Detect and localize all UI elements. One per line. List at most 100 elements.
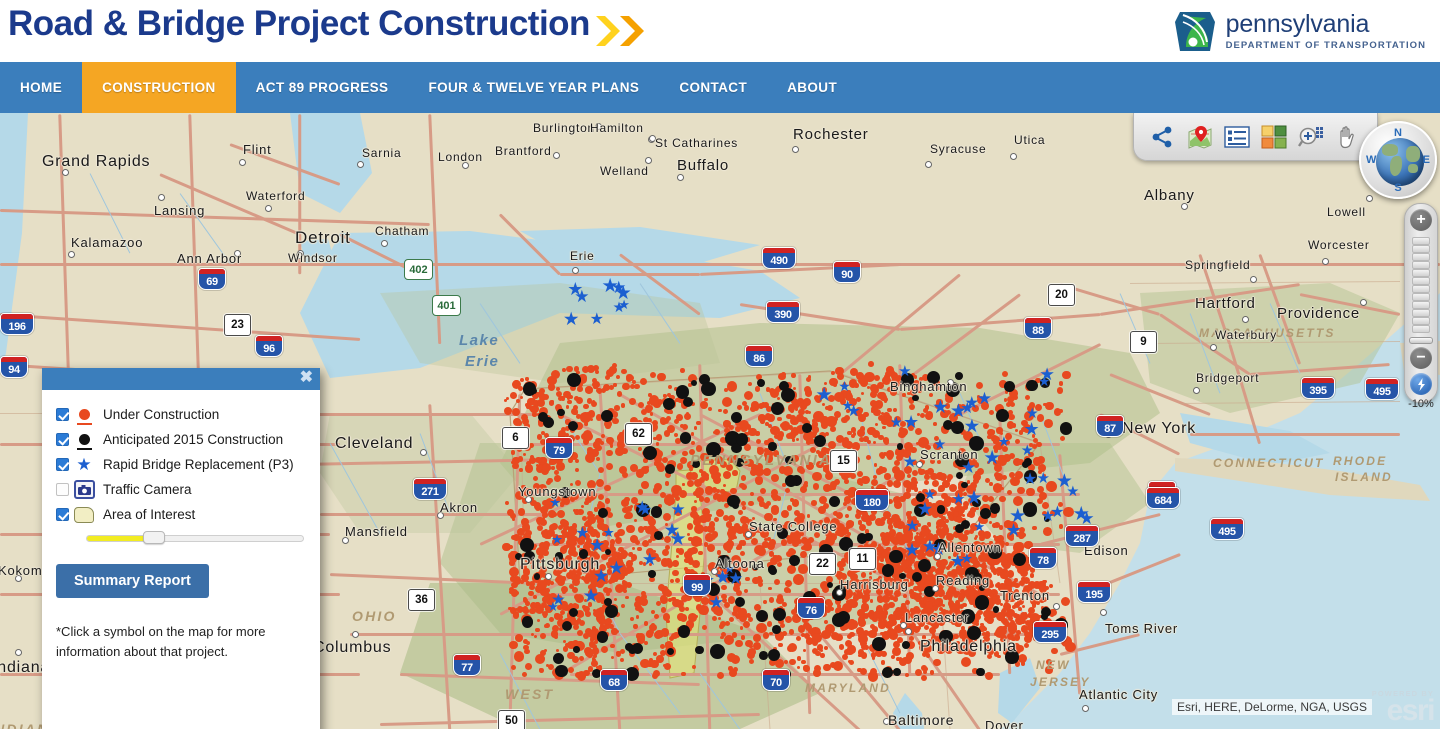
legend-list-icon[interactable] [1223,123,1251,151]
zoom-select-icon[interactable] [1297,123,1325,151]
map-view[interactable]: ★ ★ ★ ★ ★ ★ ★ ★ ★ ★ ★ ★ ★ ★ ★ ★ ★ ★ ★ ★ ★ ★ ★ ★ ★ ★ ★ ★ ★ ★ ★ ★ ★ ★ ★ ★ ★ ★ ★ ★… [0,113,1440,729]
zoom-slider-track[interactable] [1412,235,1430,335]
globe-icon[interactable] [1410,373,1432,395]
share-icon[interactable] [1149,123,1177,151]
city-label: Atlantic City [1079,687,1159,702]
basemap-grid-icon[interactable] [1260,123,1288,151]
nav-item-construction[interactable]: CONSTRUCTION [82,62,236,113]
construction-marker-under-construction [887,524,893,530]
construction-marker-under-construction [785,579,793,587]
legend-row-under-construction: Under Construction [56,402,306,427]
nav-item-about[interactable]: ABOUT [767,62,857,113]
construction-marker-under-construction [650,623,655,628]
construction-marker-under-construction [592,643,598,649]
map-pin-icon[interactable] [1186,123,1214,151]
construction-marker-under-construction [889,595,894,600]
construction-marker-under-construction [591,399,595,404]
city-dot [572,267,579,274]
construction-marker-under-construction [886,479,894,487]
construction-marker-under-construction [878,451,885,458]
construction-marker-rapid-bridge-replacement: ★ [1022,470,1038,489]
city-label: New York [1122,420,1196,437]
highway-shield-interstate: 196 [0,313,34,335]
city-label: Springfield [1185,258,1251,272]
city-dot [1193,387,1200,394]
highway-shield-us: 9 [1130,331,1158,353]
construction-marker-anticipated-2015 [604,549,611,556]
nav-item-four-twelve-year-plans[interactable]: FOUR & TWELVE YEAR PLANS [408,62,659,113]
pan-hand-icon[interactable] [1334,123,1362,151]
city-dot [553,152,560,159]
city-label: Columbus [313,639,392,656]
construction-marker-under-construction [566,396,570,401]
construction-marker-anticipated-2015 [666,647,675,656]
construction-marker-under-construction [610,643,616,649]
highway-shield-us: 23 [224,314,252,336]
city-dot [352,631,359,638]
site-header: Road & Bridge Project Construction penns… [0,0,1440,62]
legend-checkbox-rapid-bridge-replacement-p3[interactable] [56,458,69,471]
construction-marker-under-construction [974,534,979,539]
construction-marker-rapid-bridge-replacement: ★ [904,516,920,535]
construction-marker-under-construction [675,554,679,559]
area-of-interest-slider[interactable] [86,530,304,544]
city-label: Flint [243,142,272,157]
highway-shield-interstate: 88 [1024,317,1052,339]
construction-marker-under-construction [578,655,585,661]
legend-checkbox-under-construction[interactable] [56,408,69,421]
slider-knob[interactable] [143,531,165,544]
construction-marker-under-construction [812,483,820,490]
city-label: Binghamton [890,379,968,394]
close-icon[interactable]: ✖ [300,369,313,387]
construction-marker-under-construction [958,534,964,540]
legend-label-anticipated-2015-construction: Anticipated 2015 Construction [103,432,284,447]
city-label: Trenton [1000,588,1050,603]
construction-marker-under-construction [991,560,996,566]
compass-control[interactable]: N S W E [1359,121,1437,199]
summary-report-button[interactable]: Summary Report [56,564,209,598]
construction-marker-under-construction [968,588,975,596]
construction-marker-under-construction [629,535,638,544]
construction-marker-under-construction [713,517,719,522]
city-dot [158,194,165,201]
legend-label-traffic-camera: Traffic Camera [103,482,192,497]
construction-marker-rapid-bridge-replacement: ★ [551,590,566,609]
penndot-logo[interactable]: pennsylvania DEPARTMENT OF TRANSPORTATIO… [1172,8,1426,54]
zoom-in-button[interactable]: + [1410,209,1432,231]
construction-marker-under-construction [680,368,685,373]
construction-marker-under-construction [811,500,817,506]
city-label: Waterford [246,189,306,203]
city-label: Erie [570,249,595,263]
construction-marker-under-construction [806,431,815,440]
construction-marker-under-construction [539,668,543,672]
legend-checkbox-anticipated-2015-construction[interactable] [56,433,69,446]
construction-marker-under-construction [686,532,691,536]
construction-marker-anticipated-2015 [828,495,840,507]
construction-marker-under-construction [661,456,668,463]
legend-checkbox-area-of-interest[interactable] [56,508,69,521]
construction-marker-under-construction [553,613,560,619]
state-label: CONNECTICUT [1213,456,1325,470]
construction-marker-under-construction [573,396,579,402]
nav-item-home[interactable]: HOME [0,62,82,113]
construction-marker-under-construction [817,506,826,515]
construction-marker-under-construction [1036,486,1044,493]
construction-marker-under-construction [1020,661,1026,666]
zoom-slider-thumb[interactable] [1409,337,1433,344]
nav-item-contact[interactable]: CONTACT [659,62,767,113]
construction-marker-under-construction [851,433,856,438]
nav-item-act-89-progress[interactable]: ACT 89 PROGRESS [236,62,409,113]
highway-shield-us: 62 [625,423,653,445]
construction-marker-under-construction [563,523,568,528]
construction-marker-anticipated-2015 [813,434,826,447]
construction-marker-anticipated-2015 [573,646,580,653]
legend-checkbox-traffic-camera[interactable] [56,483,69,496]
zoom-out-button[interactable]: − [1410,347,1432,369]
construction-marker-under-construction [620,403,625,408]
city-label: Harrisburg [840,577,909,592]
highway-shield-us: 50 [498,710,526,729]
city-label: Sarnia [362,146,402,160]
construction-marker-under-construction [823,619,828,624]
construction-marker-under-construction [753,634,762,643]
city-label: Brantford [495,144,552,158]
